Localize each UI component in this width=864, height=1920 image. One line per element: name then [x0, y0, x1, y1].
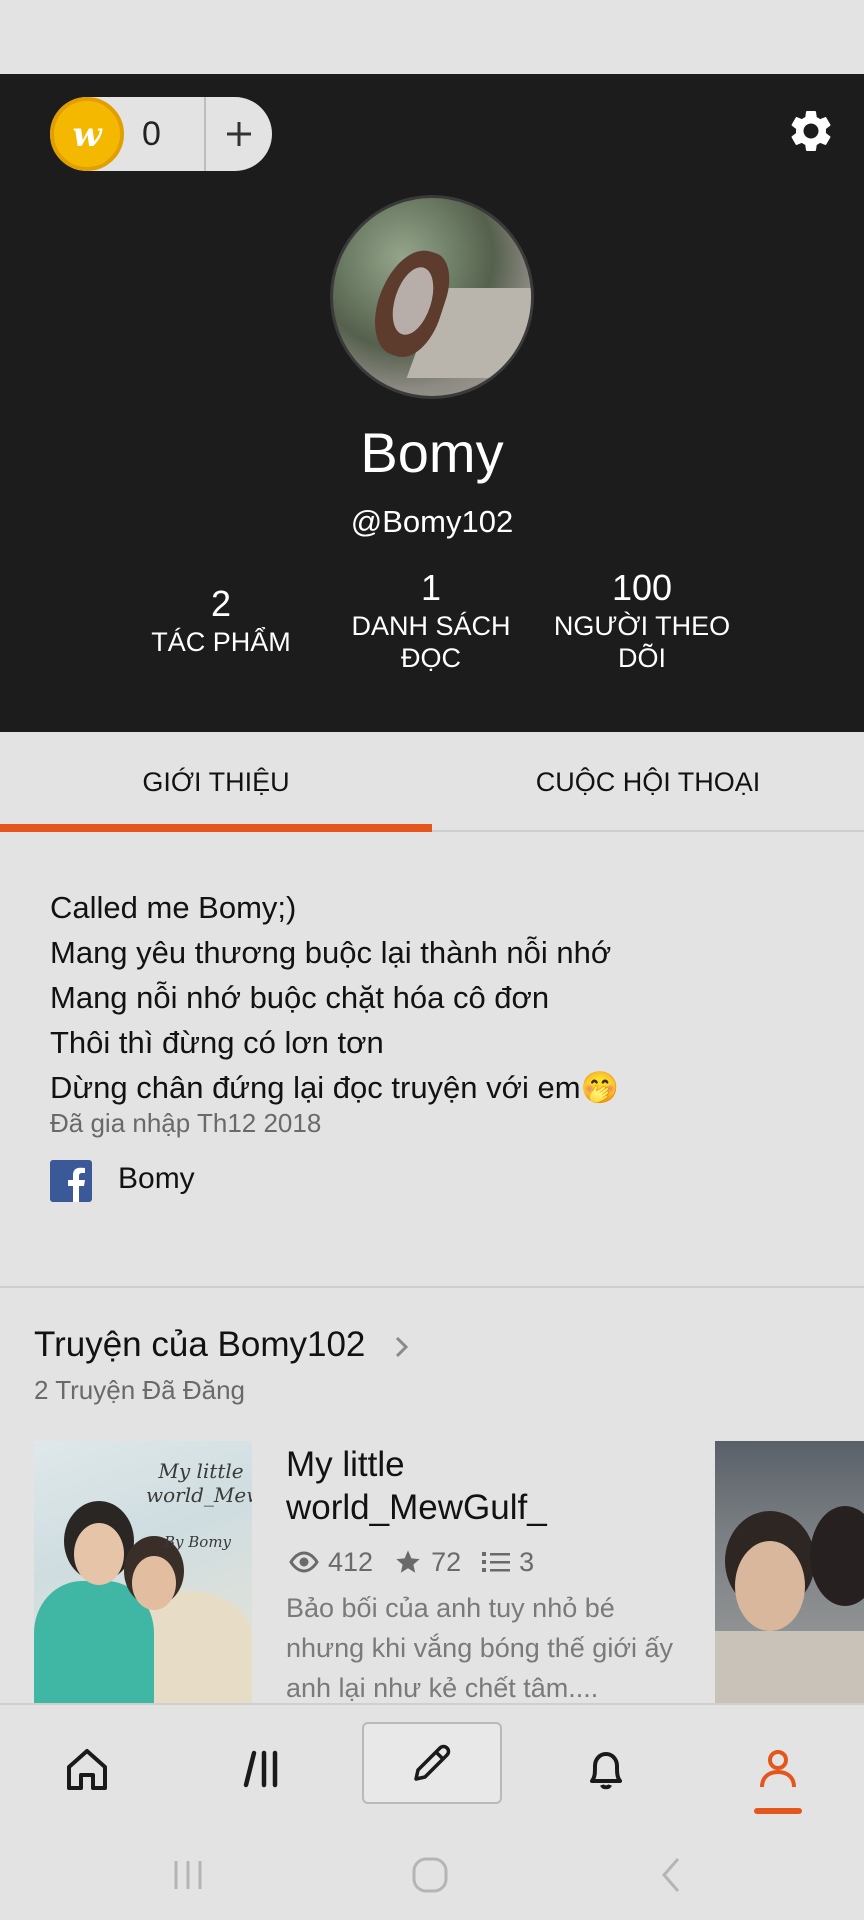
- nav-write[interactable]: [362, 1722, 502, 1804]
- bio-line: Mang yêu thương buộc lại thành nỗi nhớ: [50, 935, 612, 970]
- home-button[interactable]: [370, 1830, 490, 1920]
- stat-value: 2: [210, 583, 232, 624]
- stat-label: DANH SÁCH: [351, 611, 511, 641]
- active-tab-indicator: [0, 824, 432, 832]
- star-icon: [396, 1550, 420, 1573]
- coin-count: 0: [142, 115, 161, 153]
- bio-line: Called me Bomy;): [50, 890, 297, 925]
- story-cover[interactable]: My little world_MewGulf By Bomy: [34, 1441, 252, 1703]
- coin-icon: w: [50, 97, 124, 171]
- facebook-link[interactable]: Bomy: [118, 1162, 195, 1196]
- story-parts: 3: [519, 1546, 535, 1577]
- stat-label: TÁC PHẨM: [151, 627, 291, 657]
- recents-icon: [174, 1861, 202, 1889]
- system-navigation-bar: [0, 1830, 864, 1920]
- story-views: 412: [328, 1546, 374, 1577]
- bio-line: Dừng chân đứng lại đọc truyện với em🤭: [50, 1070, 620, 1105]
- back-icon: [662, 1858, 680, 1892]
- eye-icon: [289, 1551, 319, 1573]
- avatar[interactable]: [330, 195, 534, 399]
- stat-value: 100: [611, 567, 673, 608]
- stat-label: DÕI: [617, 643, 666, 673]
- profile-icon: [760, 1749, 796, 1787]
- bio-line: Thôi thì đừng có lơn tơn: [50, 1025, 384, 1060]
- nav-home[interactable]: [27, 1705, 147, 1832]
- story-stats: 412 72 3: [288, 1544, 554, 1580]
- stat-label: NGƯỜI THEO: [553, 611, 731, 641]
- cover-byline: By Bomy: [164, 1533, 232, 1551]
- active-nav-indicator: [754, 1808, 802, 1814]
- pencil-icon: [414, 1744, 451, 1781]
- coin-balance[interactable]: w 0: [50, 97, 272, 171]
- bottom-navigation: [0, 1703, 864, 1830]
- list-icon: [482, 1552, 511, 1572]
- home-icon: [67, 1748, 107, 1790]
- bio-line: Mang nỗi nhớ buộc chặt hóa cô đơn: [50, 980, 550, 1015]
- stories-count: 2 Truyện Đã Đăng: [34, 1375, 246, 1405]
- section-divider: [0, 1286, 864, 1288]
- gear-icon: [791, 110, 831, 151]
- stat-label: ĐỌC: [401, 643, 461, 673]
- settings-button[interactable]: [786, 106, 836, 156]
- stat-reading-lists[interactable]: 1 DANH SÁCH ĐỌC: [331, 566, 531, 674]
- stat-works[interactable]: 2 TÁC PHẨM: [121, 582, 321, 658]
- stat-followers[interactable]: 100 NGƯỜI THEO DÕI: [542, 566, 742, 674]
- profile-tabs: GIỚI THIỆU CUỘC HỘI THOẠI: [0, 732, 864, 832]
- stories-section-title[interactable]: Truyện của Bomy102: [34, 1325, 365, 1365]
- plus-icon: [227, 122, 251, 146]
- username: @Bomy102: [350, 504, 514, 539]
- display-name: Bomy: [360, 421, 504, 484]
- tab-conversations[interactable]: CUỘC HỘI THOẠI: [432, 732, 864, 832]
- svg-text:w: w: [72, 115, 103, 154]
- nav-library[interactable]: [202, 1705, 322, 1832]
- profile-header: w 0 Bomy @Bomy102 2 TÁC PHẨM 1 DANH SÁCH…: [0, 74, 864, 732]
- tab-about[interactable]: GIỚI THIỆU: [0, 732, 432, 832]
- bio: Called me Bomy;) Mang yêu thương buộc lạ…: [50, 885, 619, 1110]
- cover-title: My little world_MewGulf: [146, 1459, 252, 1507]
- buy-coins-button[interactable]: [206, 97, 272, 171]
- facebook-icon[interactable]: [50, 1160, 92, 1202]
- library-icon: [243, 1750, 278, 1787]
- home-circle-icon: [412, 1857, 448, 1893]
- story-title[interactable]: My little world_MewGulf_: [286, 1443, 586, 1529]
- bell-icon: [590, 1751, 622, 1789]
- recents-button[interactable]: [128, 1830, 248, 1920]
- chevron-right-icon[interactable]: [392, 1332, 412, 1362]
- joined-date: Đã gia nhập Th12 2018: [50, 1108, 322, 1138]
- nav-notifications[interactable]: [546, 1705, 666, 1832]
- story-cover[interactable]: [715, 1441, 864, 1703]
- story-description: Bảo bối của anh tuy nhỏ bé nhưng khi vắn…: [286, 1593, 674, 1703]
- stat-value: 1: [420, 567, 442, 608]
- story-votes: 72: [431, 1546, 462, 1577]
- status-bar: [0, 0, 864, 74]
- back-button[interactable]: [612, 1830, 732, 1920]
